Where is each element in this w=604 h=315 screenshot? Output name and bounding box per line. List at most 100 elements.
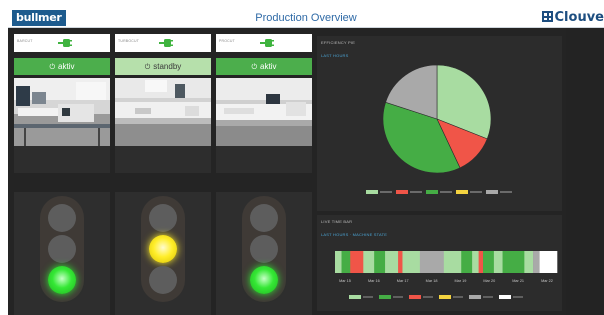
legend-swatch	[499, 295, 511, 299]
timeline-segment	[419, 251, 445, 273]
yellow-lamp	[250, 235, 278, 263]
yellow-lamp	[149, 235, 177, 263]
timeline-segment	[493, 251, 503, 273]
power-icon: ⏻	[144, 64, 151, 71]
traffic-light	[242, 196, 286, 302]
legend-label-placeholder	[423, 296, 433, 298]
timeline-tick-label: Mar 21	[512, 279, 524, 283]
timeline-segment	[335, 251, 342, 273]
power-icon: ⏻	[49, 64, 56, 71]
photo-caption-area	[115, 146, 211, 173]
legend-swatch	[426, 190, 438, 194]
timeline-tick-label: Mar 17	[397, 279, 409, 283]
power-label: TURBOCUT	[118, 39, 140, 43]
timeline-segment	[502, 251, 525, 273]
traffic-light	[40, 196, 84, 302]
traffic-light-panel-2	[115, 192, 211, 315]
legend-swatch	[439, 295, 451, 299]
status-button[interactable]: ⏻ aktiv	[216, 58, 312, 75]
timeline-segment	[483, 251, 495, 273]
station-column-3: PROCUT ⏻ aktiv	[216, 34, 312, 173]
pie-chart	[366, 64, 512, 194]
brand-right-text: Clouve	[554, 10, 604, 25]
legend-swatch	[456, 190, 468, 194]
legend-swatch	[486, 190, 498, 194]
legend-label-placeholder	[483, 296, 493, 298]
timeline-segment	[363, 251, 375, 273]
legend-label-placeholder	[453, 296, 463, 298]
status-label: aktiv	[260, 62, 277, 71]
timeline-tick-label: Mar 15	[339, 279, 351, 283]
machine-state-timeline-panel: LIVE TIME BAR LAST HOURS · MACHINE STATE…	[317, 215, 562, 311]
timeline-segment	[478, 251, 484, 273]
plug-icon	[58, 39, 72, 47]
timeline-segment	[350, 251, 364, 273]
timeline-segment	[385, 251, 399, 273]
legend-label-placeholder	[380, 191, 392, 193]
timeline-tick-label: Mar 19	[455, 279, 467, 283]
red-lamp	[48, 204, 76, 232]
red-lamp	[250, 204, 278, 232]
legend-label-placeholder	[513, 296, 523, 298]
green-lamp	[149, 266, 177, 294]
cross-square-icon	[541, 11, 553, 22]
timeline-chart: Mar 15 Mar 16 Mar 17 Mar 18 Mar 19 Mar 20 Mar …	[335, 251, 558, 299]
legend-label-placeholder	[410, 191, 422, 193]
power-label: PROCUT	[219, 39, 235, 43]
legend-swatch	[469, 295, 481, 299]
legend-swatch	[379, 295, 391, 299]
power-label: BARCUT	[17, 39, 33, 43]
power-status-box[interactable]: PROCUT	[216, 34, 312, 52]
green-lamp	[48, 266, 76, 294]
dashboard-screen: bullmer Production Overview Clouve BARCU…	[8, 8, 604, 315]
legend-swatch	[349, 295, 361, 299]
legend-label-placeholder	[470, 191, 482, 193]
timeline-tick-label: Mar 18	[426, 279, 438, 283]
status-button[interactable]: ⏻ standby	[115, 58, 211, 75]
machine-photo	[216, 78, 312, 146]
brand-logo-right: Clouve	[541, 9, 604, 26]
legend-swatch	[409, 295, 421, 299]
timeline-segment	[472, 251, 479, 273]
legend-label-placeholder	[500, 191, 512, 193]
machine-photo	[115, 78, 211, 146]
legend-swatch	[366, 190, 378, 194]
status-label: aktiv	[58, 62, 75, 71]
station-column-2: TURBOCUT ⏻ standby	[115, 34, 211, 173]
header-bar: bullmer Production Overview Clouve	[8, 8, 604, 28]
status-button[interactable]: ⏻ aktiv	[14, 58, 110, 75]
plug-icon	[159, 39, 173, 47]
station-column-1: BARCUT ⏻ aktiv	[14, 34, 110, 173]
plug-icon	[260, 39, 274, 47]
timeline-segment	[461, 251, 473, 273]
power-status-box[interactable]: TURBOCUT	[115, 34, 211, 52]
legend-label-placeholder	[440, 191, 452, 193]
photo-caption-area	[216, 146, 312, 173]
timeline-tick-label: Mar 22	[541, 279, 553, 283]
machine-photo	[14, 78, 110, 146]
green-lamp	[250, 266, 278, 294]
timeline-segment	[398, 251, 403, 273]
power-status-box[interactable]: BARCUT	[14, 34, 110, 52]
legend-label-placeholder	[363, 296, 373, 298]
traffic-light-panel-3	[216, 192, 312, 315]
timeline-segment	[539, 251, 558, 273]
timeline-segment	[374, 251, 386, 273]
traffic-light	[141, 196, 185, 302]
timeline-tick-label: Mar 20	[483, 279, 495, 283]
timeline-segment	[402, 251, 421, 273]
page-title: Production Overview	[255, 12, 357, 24]
timeline-segment	[341, 251, 351, 273]
legend-label-placeholder	[393, 296, 403, 298]
power-icon: ⏻	[251, 64, 258, 71]
red-lamp	[149, 204, 177, 232]
traffic-light-panel-1	[14, 192, 110, 315]
photo-caption-area	[14, 146, 110, 173]
right-margin-area	[566, 28, 604, 315]
yellow-lamp	[48, 235, 76, 263]
timeline-segment	[533, 251, 540, 273]
efficiency-pie-panel: EFFICIENCY PIE LAST HOURS	[317, 36, 562, 211]
status-label: standby	[153, 62, 182, 71]
timeline-segment	[443, 251, 462, 273]
timeline-segment	[524, 251, 534, 273]
